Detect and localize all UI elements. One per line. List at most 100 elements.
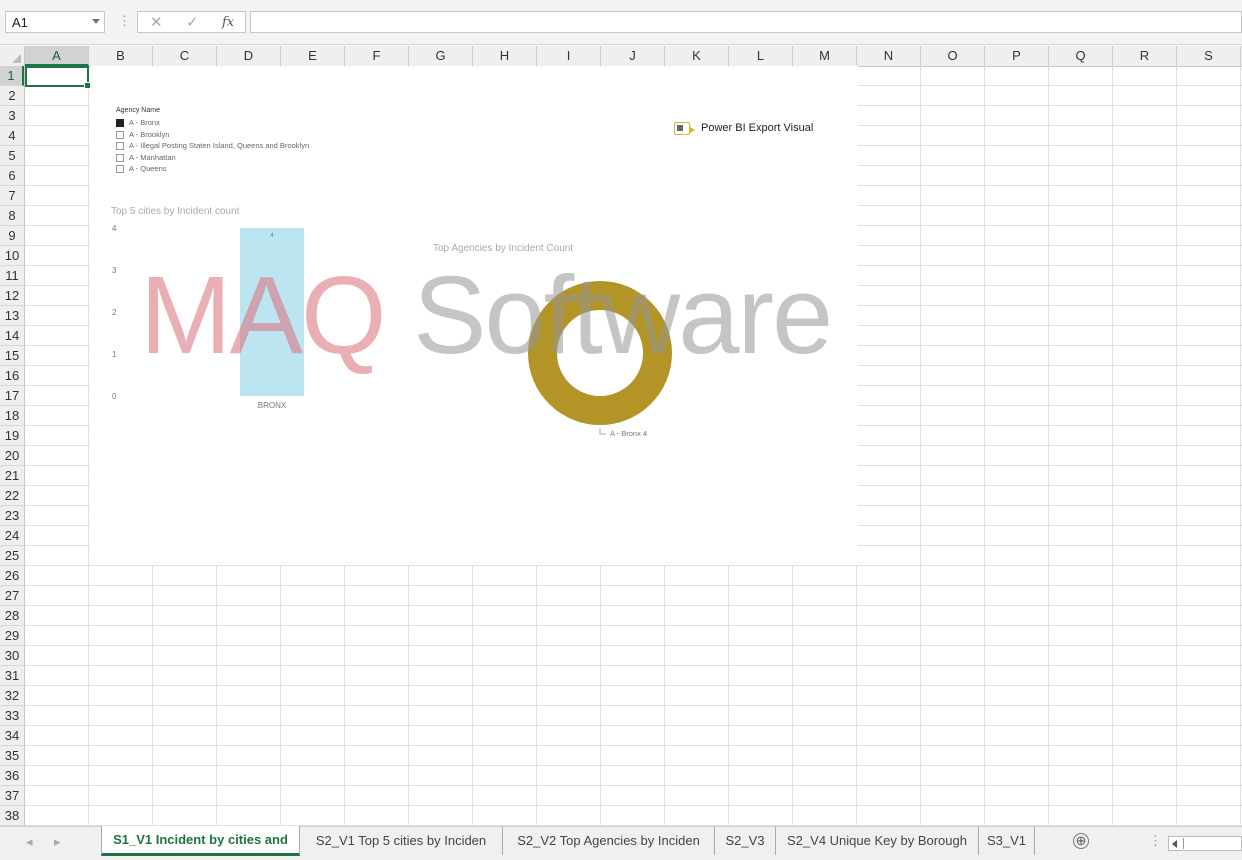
legend-item[interactable]: A - Illegal Posting Staten Island, Queen… xyxy=(116,140,309,152)
legend-list: A - Bronx A - Brooklyn A - Illegal Posting… xyxy=(116,117,309,175)
sheet-tab[interactable]: S2_V1 Top 5 cities by Inciden xyxy=(300,827,503,855)
column-header-l[interactable]: L xyxy=(729,46,793,66)
row-header-14[interactable]: 14 xyxy=(0,326,24,346)
column-header-m[interactable]: M xyxy=(793,46,857,66)
column-header-c[interactable]: C xyxy=(153,46,217,66)
chevron-down-icon[interactable] xyxy=(92,19,100,24)
watermark-maq: MAQ xyxy=(140,254,387,377)
column-header-j[interactable]: J xyxy=(601,46,665,66)
active-cell[interactable] xyxy=(25,66,91,89)
column-header-h[interactable]: H xyxy=(473,46,537,66)
row-header-16[interactable]: 16 xyxy=(0,366,24,386)
row-header-26[interactable]: 26 xyxy=(0,566,24,586)
legend-item[interactable]: A - Bronx xyxy=(116,117,309,129)
y-tick-label: 4 xyxy=(112,224,117,233)
row-header-19[interactable]: 19 xyxy=(0,426,24,446)
row-header-3[interactable]: 3 xyxy=(0,106,24,126)
row-header-12[interactable]: 12 xyxy=(0,286,24,306)
row-header-38[interactable]: 38 xyxy=(0,806,24,826)
row-header-25[interactable]: 25 xyxy=(0,546,24,566)
legend-item[interactable]: A - Manhattan xyxy=(116,152,309,164)
formula-input[interactable] xyxy=(250,11,1242,33)
row-header-7[interactable]: 7 xyxy=(0,186,24,206)
row-header-11[interactable]: 11 xyxy=(0,266,24,286)
row-header-33[interactable]: 33 xyxy=(0,706,24,726)
column-header-k[interactable]: K xyxy=(665,46,729,66)
row-header-15[interactable]: 15 xyxy=(0,346,24,366)
column-header-a[interactable]: A xyxy=(25,46,89,66)
checkbox-icon[interactable] xyxy=(116,142,124,150)
scroll-right-icon[interactable]: ▸ xyxy=(54,834,61,850)
cancel-icon[interactable]: ✕ xyxy=(150,13,163,31)
checkbox-icon[interactable] xyxy=(116,119,124,127)
row-header-30[interactable]: 30 xyxy=(0,646,24,666)
column-header-f[interactable]: F xyxy=(345,46,409,66)
column-header-q[interactable]: Q xyxy=(1049,46,1113,66)
enter-icon[interactable]: ✓ xyxy=(186,13,199,31)
row-header-31[interactable]: 31 xyxy=(0,666,24,686)
column-header-r[interactable]: R xyxy=(1113,46,1177,66)
row-header-32[interactable]: 32 xyxy=(0,686,24,706)
donut-chart-title: Top Agencies by Incident Count xyxy=(433,243,574,254)
sheet-tab[interactable]: S1_V1 Incident by cities and xyxy=(101,826,300,856)
sheet-tab[interactable]: S2_V4 Unique Key by Borough xyxy=(776,827,979,855)
maq-software-watermark: MAQ Software xyxy=(140,261,833,371)
row-header-34[interactable]: 34 xyxy=(0,726,24,746)
row-header-35[interactable]: 35 xyxy=(0,746,24,766)
drag-handle-icon[interactable]: ⋮ xyxy=(118,13,131,29)
row-header-18[interactable]: 18 xyxy=(0,406,24,426)
row-header-1[interactable]: 1 xyxy=(0,66,24,86)
column-header-p[interactable]: P xyxy=(985,46,1049,66)
options-icon[interactable]: ⋮ xyxy=(1149,833,1162,849)
checkbox-icon[interactable] xyxy=(116,130,124,139)
sheet-tab[interactable]: S3_V1 xyxy=(979,827,1035,855)
row-header-13[interactable]: 13 xyxy=(0,306,24,326)
column-header-s[interactable]: S xyxy=(1177,46,1241,66)
row-header-37[interactable]: 37 xyxy=(0,786,24,806)
add-sheet-icon[interactable]: ⊕ xyxy=(1073,833,1089,849)
scroll-left-arrow-icon[interactable] xyxy=(1172,840,1177,848)
column-header-g[interactable]: G xyxy=(409,46,473,66)
column-header-i[interactable]: I xyxy=(537,46,601,66)
row-header-24[interactable]: 24 xyxy=(0,526,24,546)
checkbox-icon[interactable] xyxy=(116,153,124,162)
row-header-28[interactable]: 28 xyxy=(0,606,24,626)
column-header-e[interactable]: E xyxy=(281,46,345,66)
checkbox-icon[interactable] xyxy=(116,165,124,173)
row-header-36[interactable]: 36 xyxy=(0,766,24,786)
row-header-21[interactable]: 21 xyxy=(0,466,24,486)
row-header-22[interactable]: 22 xyxy=(0,486,24,506)
scroll-thumb[interactable] xyxy=(1183,838,1184,849)
row-header-9[interactable]: 9 xyxy=(0,226,24,246)
insert-function-icon[interactable]: fx xyxy=(222,15,234,30)
row-header-27[interactable]: 27 xyxy=(0,586,24,606)
row-header-6[interactable]: 6 xyxy=(0,166,24,186)
row-header-23[interactable]: 23 xyxy=(0,506,24,526)
x-tick-label: BRONX xyxy=(258,401,287,410)
scroll-left-icon[interactable]: ◂ xyxy=(26,834,33,850)
row-header-20[interactable]: 20 xyxy=(0,446,24,466)
column-header-d[interactable]: D xyxy=(217,46,281,66)
sheet-tab[interactable]: S2_V2 Top Agencies by Inciden xyxy=(503,827,715,855)
column-header-b[interactable]: B xyxy=(89,46,153,66)
row-header-17[interactable]: 17 xyxy=(0,386,24,406)
sheet-tab[interactable]: S2_V3 xyxy=(715,827,776,855)
y-tick-label: 2 xyxy=(112,308,117,317)
select-all-button[interactable] xyxy=(0,46,25,66)
row-header-10[interactable]: 10 xyxy=(0,246,24,266)
name-box[interactable]: A1 xyxy=(5,11,105,33)
row-header-2[interactable]: 2 xyxy=(0,86,24,106)
formula-buttons: ✕ ✓ fx xyxy=(137,11,246,33)
column-header-o[interactable]: O xyxy=(921,46,985,66)
legend-item[interactable]: A - Queens xyxy=(116,163,309,175)
row-header-5[interactable]: 5 xyxy=(0,146,24,166)
row-header-8[interactable]: 8 xyxy=(0,206,24,226)
legend-item-label: A - Bronx xyxy=(129,118,160,127)
legend-item[interactable]: A - Brooklyn xyxy=(116,129,309,141)
column-header-n[interactable]: N xyxy=(857,46,921,66)
formula-bar: A1 ⋮ ✕ ✓ fx xyxy=(0,0,1242,45)
row-header-4[interactable]: 4 xyxy=(0,126,24,146)
row-header-29[interactable]: 29 xyxy=(0,626,24,646)
horizontal-scrollbar[interactable] xyxy=(1168,836,1242,851)
legend-item-label: A - Queens xyxy=(129,164,167,173)
